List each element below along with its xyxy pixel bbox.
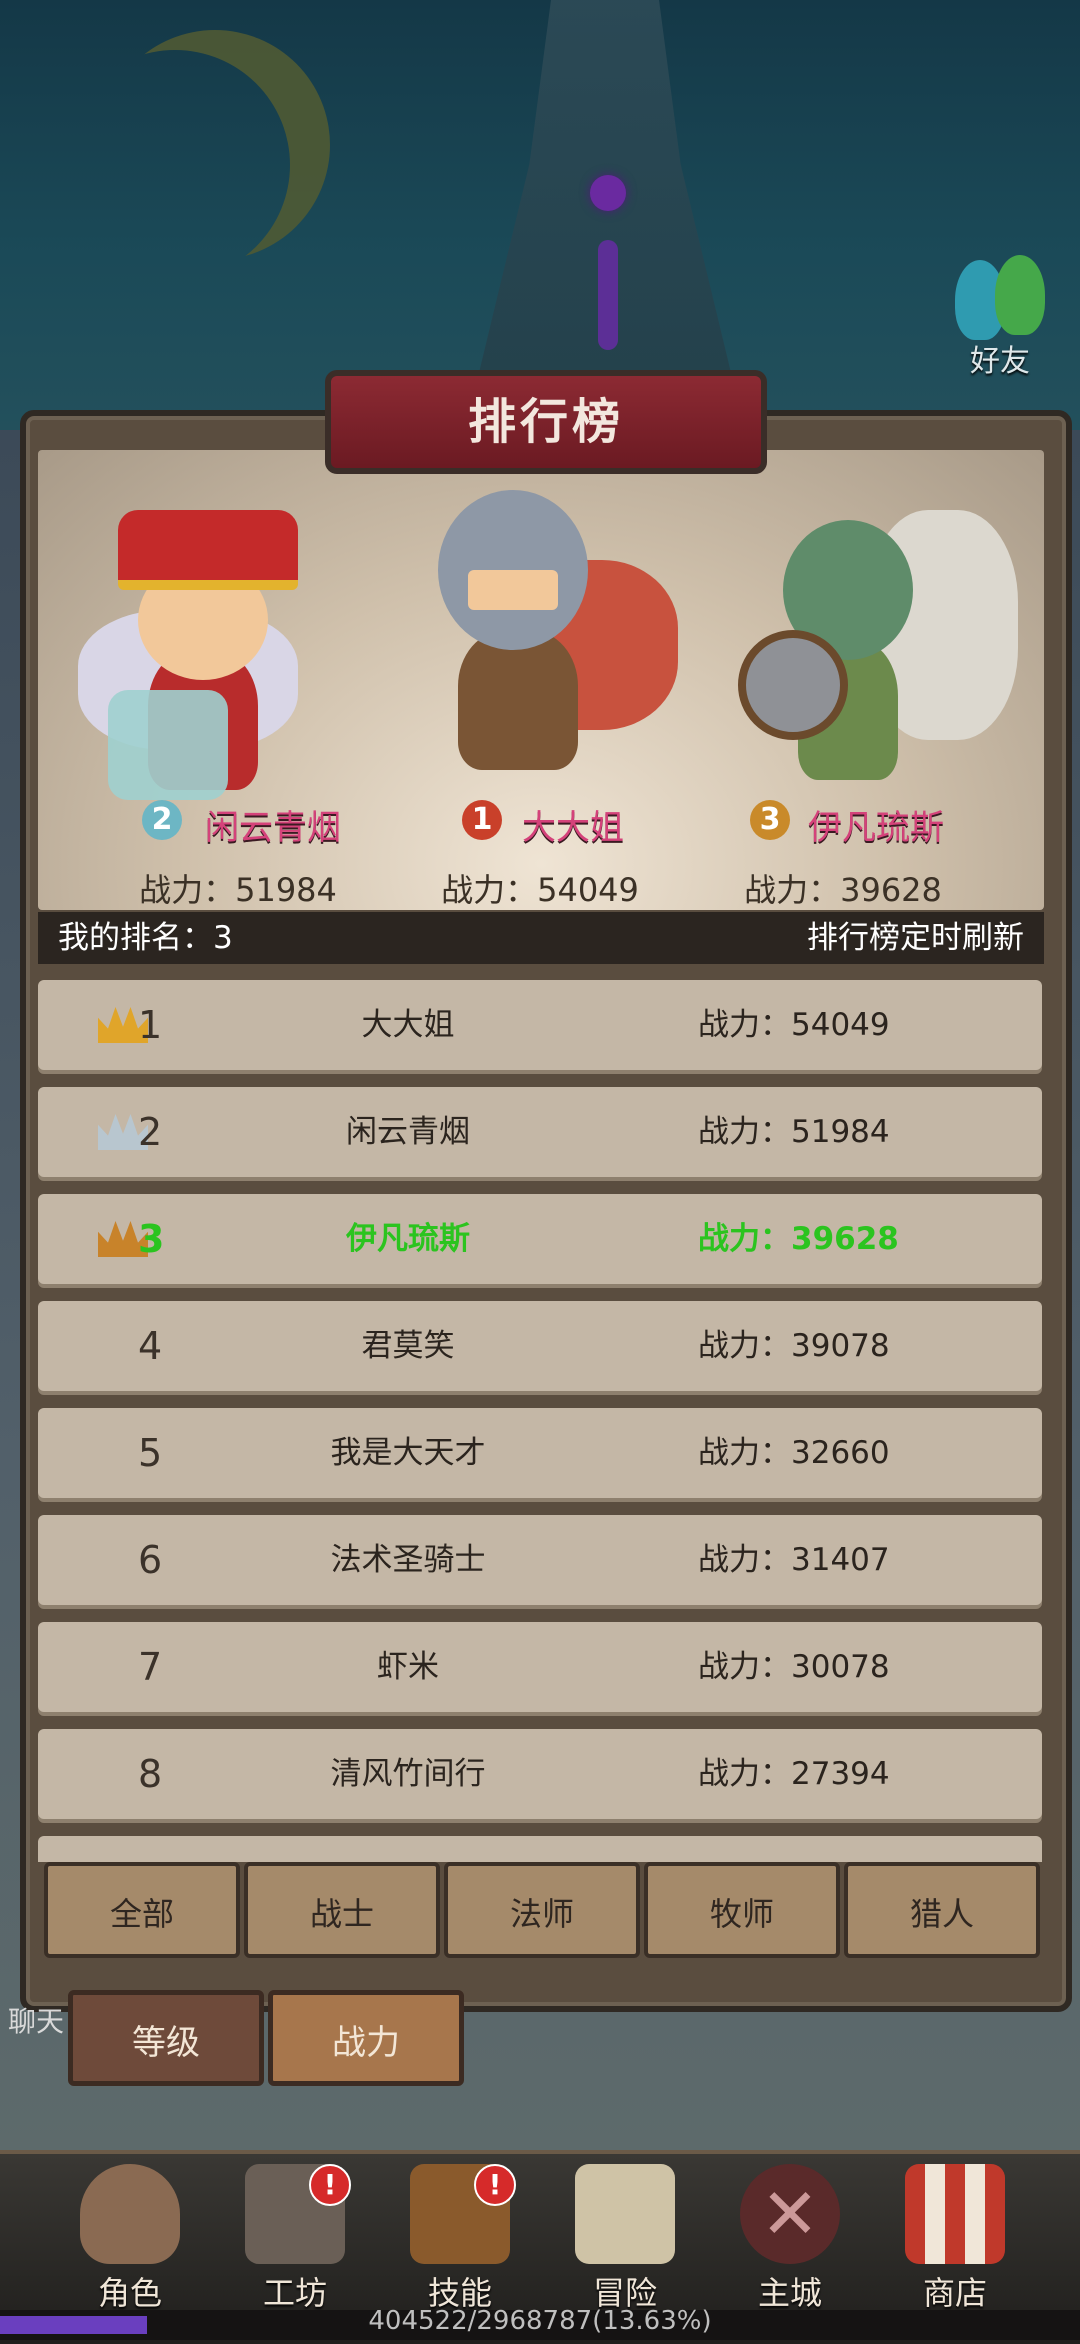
nav-workshop[interactable]: ! 工坊 [220, 2164, 370, 2329]
friends-label: 好友 [970, 344, 1030, 379]
adventure-map-icon [575, 2164, 675, 2264]
table-row[interactable]: 4 君莫笑 战力：39078 [38, 1301, 1042, 1391]
friends-icon [950, 250, 1050, 340]
table-row[interactable]: 5 我是大天才 战力：32660 [38, 1408, 1042, 1498]
experience-text: 404522/2968787(13.63%) [368, 2306, 712, 2336]
row-rank: 1 [138, 1003, 163, 1047]
class-filter-tabs: 全部 战士 法师 牧师 猎人 [44, 1862, 1040, 1960]
row-power: 战力：32660 [698, 1435, 890, 1471]
hero-rank-2 [78, 490, 338, 810]
row-rank: 2 [138, 1110, 163, 1154]
notification-badge: ! [474, 2164, 516, 2206]
row-name: 法术圣骑士 [330, 1542, 486, 1578]
moon-decoration [100, 30, 330, 260]
row-name: 虾米 [377, 1649, 439, 1685]
refresh-note: 排行榜定时刷新 [807, 920, 1024, 956]
character-icon [80, 2164, 180, 2264]
table-row[interactable]: 6 法术圣骑士 战力：31407 [38, 1515, 1042, 1605]
tab-priest[interactable]: 牧师 [644, 1862, 840, 1958]
friends-button[interactable]: 好友 [945, 250, 1055, 380]
nav-adventure[interactable]: 冒险 [550, 2164, 700, 2329]
podium-power-2: 战力：51984 [139, 871, 337, 909]
nav-character[interactable]: 角色 [55, 2164, 205, 2329]
table-row[interactable]: 7 虾米 战力：30078 [38, 1622, 1042, 1712]
nav-main-city[interactable]: ✕ 主城 [715, 2164, 865, 2329]
row-name: 我是大天才 [330, 1435, 486, 1471]
chat-button[interactable]: 聊天 [8, 2000, 64, 2040]
row-rank: 7 [138, 1645, 163, 1689]
row-rank: 6 [138, 1538, 163, 1582]
row-rank: 3 [138, 1217, 165, 1261]
tab-power[interactable]: 战力 [268, 1990, 464, 2086]
tab-hunter[interactable]: 猎人 [844, 1862, 1040, 1958]
panel-title: 排行榜 [325, 370, 767, 474]
row-power: 战力：27394 [698, 1756, 890, 1792]
table-row[interactable]: 8 清风竹间行 战力：27394 [38, 1729, 1042, 1819]
shop-icon [905, 2164, 1005, 2264]
hero-rank-1 [398, 460, 678, 800]
nav-shop[interactable]: 商店 [880, 2164, 1030, 2329]
podium-power-1: 战力：54049 [441, 871, 639, 909]
row-rank: 4 [138, 1324, 163, 1368]
podium-rank-3-badge: 3 [750, 800, 790, 840]
my-rank-bar: 我的排名：3 排行榜定时刷新 [38, 912, 1044, 964]
row-rank: 8 [138, 1752, 163, 1796]
tab-all[interactable]: 全部 [44, 1862, 240, 1958]
sort-tabs: 等级 战力 [68, 1990, 478, 2090]
table-row-partial[interactable] [38, 1836, 1042, 1862]
tab-mage[interactable]: 法师 [444, 1862, 640, 1958]
row-power: 战力：31407 [698, 1542, 890, 1578]
row-power: 战力：39078 [698, 1328, 890, 1364]
notification-badge: ! [309, 2164, 351, 2206]
podium-power-3: 战力：39628 [744, 871, 942, 909]
workshop-icon: ! [245, 2164, 351, 2264]
hero-rank-3 [738, 480, 1028, 800]
table-row[interactable]: 1 大大姐 战力：54049 [38, 980, 1042, 1070]
row-power: 战力：30078 [698, 1649, 890, 1685]
podium-name-3: 伊凡琉斯 [808, 808, 944, 848]
row-power: 战力：39628 [698, 1221, 899, 1257]
podium-name-2: 闲云青烟 [205, 808, 341, 848]
row-power: 战力：51984 [698, 1114, 890, 1150]
skill-book-icon: ! [410, 2164, 516, 2264]
row-name: 伊凡琉斯 [346, 1221, 470, 1257]
ranking-list[interactable]: 1 大大姐 战力：54049 2 闲云青烟 战力：51984 3 伊凡琉斯 战力… [38, 972, 1044, 1862]
podium-name-1: 大大姐 [522, 808, 624, 848]
podium-rank-2-badge: 2 [142, 800, 182, 840]
my-rank-label: 我的排名：3 [58, 920, 233, 956]
table-row[interactable]: 2 闲云青烟 战力：51984 [38, 1087, 1042, 1177]
row-rank: 5 [138, 1431, 163, 1475]
row-name: 清风竹间行 [330, 1756, 486, 1792]
tower-gem-decoration [590, 175, 626, 211]
podium-rank-1-badge: 1 [462, 800, 502, 840]
nav-skills[interactable]: ! 技能 [385, 2164, 535, 2329]
tower-bar-decoration [598, 240, 618, 350]
tab-level[interactable]: 等级 [68, 1990, 264, 2086]
main-city-icon: ✕ [740, 2164, 840, 2264]
row-power: 战力：54049 [698, 1007, 890, 1043]
row-name: 大大姐 [361, 1007, 455, 1043]
row-name: 君莫笑 [361, 1328, 455, 1364]
row-name: 闲云青烟 [346, 1114, 470, 1150]
tab-warrior[interactable]: 战士 [244, 1862, 440, 1958]
table-row-me[interactable]: 3 伊凡琉斯 战力：39628 [38, 1194, 1042, 1284]
